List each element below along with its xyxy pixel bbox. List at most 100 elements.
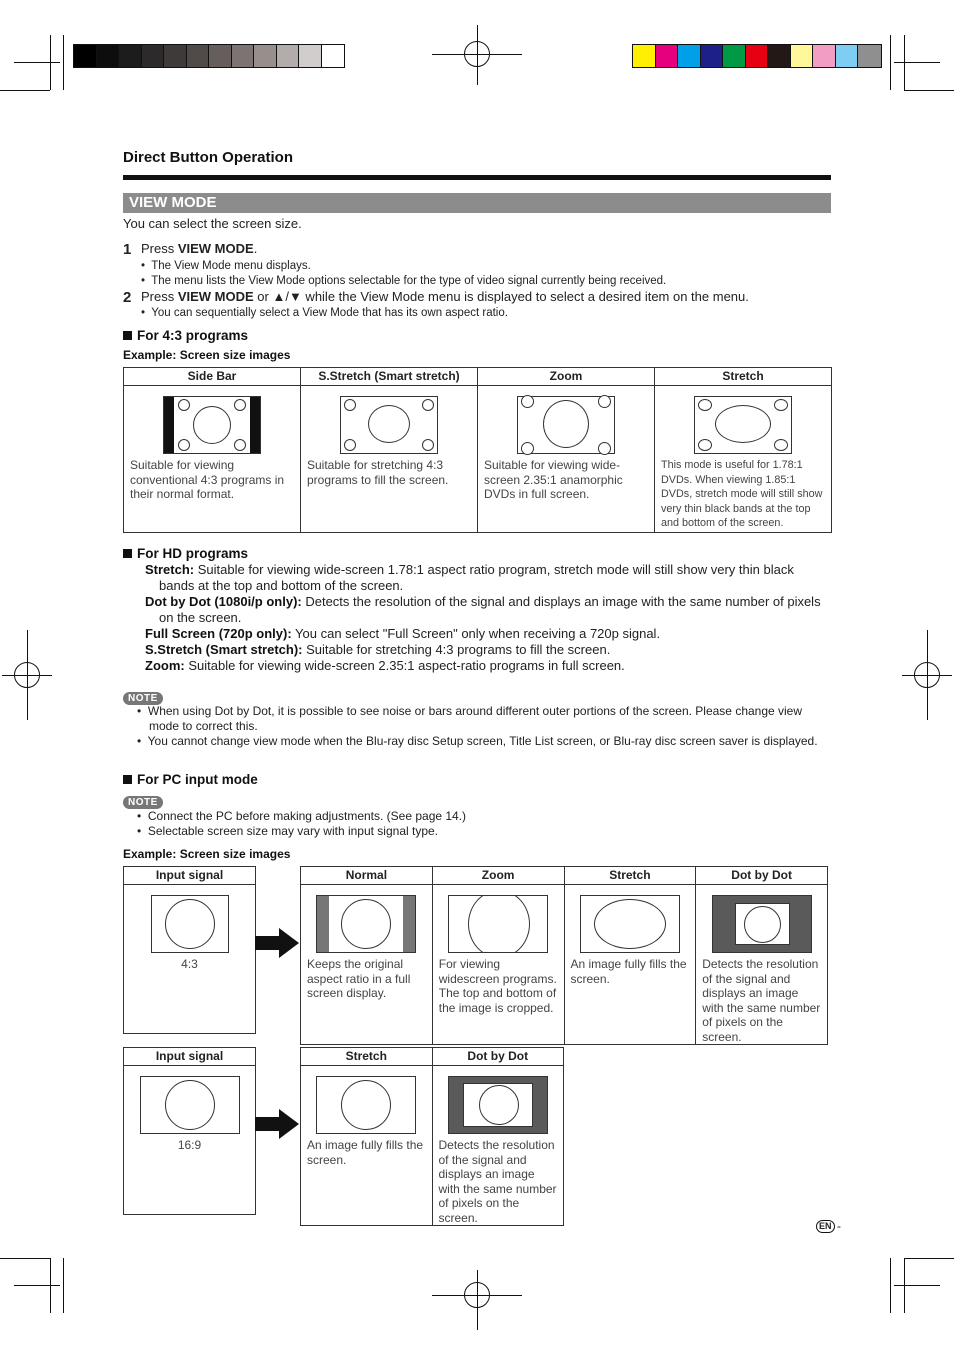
- bullet: • You can sequentially select a View Mod…: [141, 307, 508, 319]
- input-169-cell: 16:9: [123, 1065, 256, 1215]
- normal-cell: Keeps the original aspect ratio in a ful…: [300, 884, 433, 1045]
- s-stretch-cell: Suitable for stretching 4:3 programs to …: [300, 385, 478, 533]
- stretch-cell: An image fully fills the screen.: [300, 1065, 433, 1226]
- hd-definition: Dot by Dot (1080i/p only): Detects the r…: [145, 594, 831, 626]
- step-text: Press: [141, 289, 178, 304]
- cell-desc: An image fully fills the screen.: [570, 957, 687, 986]
- for-43-heading: For 4:3 programs: [123, 328, 248, 343]
- color-swatch: [299, 45, 322, 67]
- step-1-text: Press VIEW MODE.: [141, 241, 257, 257]
- color-swatch: [141, 45, 164, 67]
- cell-desc: Suitable for viewing conventional 4:3 pr…: [130, 458, 285, 501]
- color-swatch: [74, 45, 97, 67]
- example-label: Example: Screen size images: [123, 348, 291, 362]
- definition-term: Zoom:: [145, 658, 185, 673]
- color-swatch: [276, 45, 299, 67]
- definition-term: S.Stretch (Smart stretch):: [145, 642, 303, 657]
- side-bar-screen-image: [163, 396, 261, 454]
- hd-definition: Zoom: Suitable for viewing wide-screen 2…: [145, 658, 831, 674]
- view-mode-heading: VIEW MODE: [123, 193, 831, 213]
- color-swatch: [186, 45, 209, 67]
- cell-desc: An image fully fills the screen.: [307, 1138, 424, 1167]
- step-number: 2: [123, 289, 132, 306]
- col-header: Dot by Dot: [695, 866, 828, 885]
- example-label: Example: Screen size images: [123, 847, 291, 861]
- bullet: • The menu lists the View Mode options s…: [141, 274, 667, 287]
- pc-output-43-table: Normal Zoom Stretch Dot by Dot Keeps the…: [300, 866, 828, 1045]
- hd-definition: Stretch: Suitable for viewing wide-scree…: [145, 562, 831, 594]
- for-pc-heading: For PC input mode: [123, 772, 258, 787]
- color-swatch: [96, 45, 119, 67]
- color-swatch: [209, 45, 232, 67]
- bullet: • Selectable screen size may vary with i…: [137, 824, 439, 838]
- bullet: • When using Dot by Dot, it is possible …: [137, 704, 803, 733]
- grayscale-color-bar: [73, 44, 345, 68]
- definition-text: Suitable for viewing wide-screen 1.78:1 …: [159, 562, 794, 593]
- step-text: Press: [141, 241, 178, 256]
- dot-by-dot-cell: Detects the resolution of the signal and…: [695, 884, 828, 1045]
- arrow-right-icon: [255, 1109, 299, 1139]
- color-swatch: [164, 45, 187, 67]
- cell-desc: Suitable for stretching 4:3 programs to …: [307, 458, 449, 487]
- definition-term: Dot by Dot (1080i/p only):: [145, 594, 302, 609]
- col-header: S.Stretch (Smart stretch): [300, 367, 478, 386]
- cell-desc: For viewing widescreen programs. The top…: [438, 957, 557, 1015]
- cell-desc: This mode is useful for 1.78:1 DVDs. Whe…: [661, 459, 823, 529]
- input-caption: 4:3: [181, 957, 198, 971]
- color-swatch: [119, 45, 142, 67]
- bullet: • You cannot change view mode when the B…: [137, 734, 818, 748]
- step-2-bullets: • You can sequentially select a View Mod…: [141, 306, 508, 321]
- note-1-bullets: • When using Dot by Dot, it is possible …: [137, 704, 827, 749]
- color-swatch: [745, 45, 768, 67]
- hd-definition: Full Screen (720p only): You can select …: [145, 626, 831, 642]
- col-header: Input signal: [123, 866, 256, 885]
- step-text: or ▲/▼ while the View Mode menu is displ…: [253, 289, 749, 304]
- arrow-right-icon: [255, 928, 299, 958]
- cell-desc: Suitable for viewing wide-screen 2.35:1 …: [484, 458, 623, 501]
- intro-text: You can select the screen size.: [123, 216, 302, 231]
- input-43-cell: 4:3: [123, 884, 256, 1034]
- input-caption: 16:9: [177, 1138, 202, 1152]
- dot-by-dot-screen-image: [711, 895, 812, 953]
- step-2-text: Press VIEW MODE or ▲/▼ while the View Mo…: [141, 289, 749, 305]
- definition-text: Suitable for stretching 4:3 programs to …: [302, 642, 611, 657]
- bullet: • The View Mode menu displays.: [141, 260, 311, 272]
- step-1: 1: [123, 241, 131, 259]
- definition-text: Suitable for viewing wide-screen 2.35:1 …: [184, 658, 625, 673]
- note-badge: NOTE: [123, 792, 163, 810]
- button-name: VIEW MODE: [177, 241, 254, 256]
- zoom-cell: Suitable for viewing wide-screen 2.35:1 …: [477, 385, 655, 533]
- stretch-cell: An image fully fills the screen.: [563, 884, 697, 1045]
- side-bar-cell: Suitable for viewing conventional 4:3 pr…: [123, 385, 301, 533]
- cell-desc: Detects the resolution of the signal and…: [702, 957, 821, 1044]
- zoom-screen-image: [448, 895, 549, 953]
- color-swatch: [678, 45, 701, 67]
- stretch-screen-image: [316, 1076, 417, 1134]
- page-number: -: [837, 1219, 841, 1233]
- view-mode-title: VIEW MODE: [129, 194, 217, 211]
- zoom-screen-image: [517, 395, 615, 455]
- step-2: 2: [123, 289, 131, 307]
- col-header: Stretch: [563, 866, 697, 885]
- step-number: 1: [123, 241, 132, 258]
- pc-input-43-table: Input signal 4:3: [123, 866, 256, 1034]
- bullet: • Connect the PC before making adjustmen…: [137, 809, 467, 823]
- definition-term: Full Screen (720p only):: [145, 626, 292, 641]
- col-header: Side Bar: [123, 367, 301, 386]
- color-swatch: [835, 45, 858, 67]
- stretch-screen-image: [694, 396, 792, 454]
- color-swatch: [321, 45, 344, 67]
- dot-by-dot-screen-image: [447, 1076, 548, 1134]
- col-header: Zoom: [477, 367, 655, 386]
- definition-text: You can select "Full Screen" only when r…: [291, 626, 661, 641]
- color-swatch: [655, 45, 678, 67]
- col-header: Normal: [300, 866, 433, 885]
- for-hd-heading: For HD programs: [123, 546, 248, 561]
- normal-screen-image: [316, 895, 417, 953]
- pc-note-bullets: • Connect the PC before making adjustmen…: [137, 809, 827, 839]
- col-header: Stretch: [300, 1047, 433, 1066]
- language-badge: EN: [816, 1220, 835, 1233]
- input-43-screen-image: [150, 895, 229, 953]
- cell-desc: Detects the resolution of the signal and…: [438, 1138, 557, 1225]
- color-swatch: [700, 45, 723, 67]
